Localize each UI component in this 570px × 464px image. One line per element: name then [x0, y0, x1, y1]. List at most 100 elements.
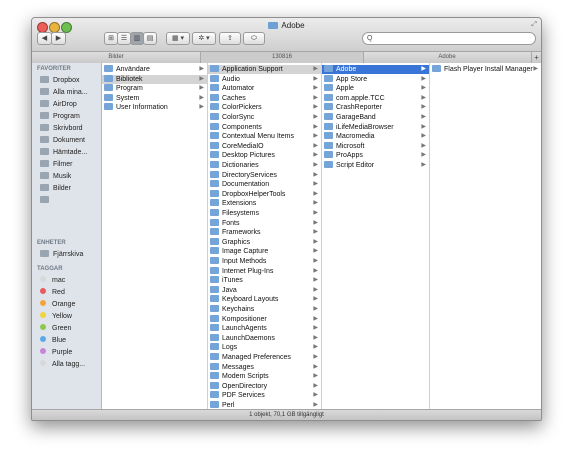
- list-view-button[interactable]: ☰: [117, 32, 131, 45]
- list-item[interactable]: Apple ▶: [322, 84, 429, 93]
- share-button[interactable]: ⇪: [219, 32, 241, 45]
- list-item[interactable]: Desktop Pictures ▶: [208, 151, 321, 160]
- list-item[interactable]: Kompositioner ▶: [208, 314, 321, 324]
- sidebar-item-dropbox[interactable]: Dropbox: [40, 76, 79, 86]
- icon-view-button[interactable]: ⊞: [104, 32, 118, 45]
- list-item[interactable]: Macromedia ▶: [322, 132, 429, 141]
- list-item[interactable]: Filesystems ▶: [208, 209, 321, 218]
- list-item[interactable]: GarageBand ▶: [322, 113, 429, 122]
- search-input[interactable]: Q: [362, 32, 536, 45]
- folder-icon: [324, 132, 333, 140]
- list-item[interactable]: ColorSync ▶: [208, 113, 321, 122]
- list-item[interactable]: Audio ▶: [208, 74, 321, 84]
- action-gear-button[interactable]: ✲ ▾: [192, 32, 216, 45]
- list-item[interactable]: Documentation ▶: [208, 180, 321, 189]
- tag-button[interactable]: ⬭: [243, 32, 265, 45]
- tag-dot-icon: [40, 348, 46, 354]
- list-item[interactable]: Bibliotek ▶: [102, 74, 207, 84]
- list-item[interactable]: System ▶: [102, 93, 207, 103]
- sidebar-item-documents[interactable]: Dokument: [40, 136, 85, 146]
- list-item[interactable]: App Store ▶: [322, 74, 429, 84]
- list-item[interactable]: Automator ▶: [208, 84, 321, 93]
- list-item[interactable]: Java ▶: [208, 285, 321, 295]
- sidebar-tag-mac[interactable]: mac: [40, 276, 65, 286]
- column-4: Flash Player Install Manager ▶: [430, 63, 541, 409]
- new-tab-button[interactable]: +: [531, 52, 541, 63]
- fullscreen-icon[interactable]: ⤢: [531, 21, 537, 29]
- list-item[interactable]: Logs ▶: [208, 343, 321, 352]
- sidebar-tag-allatagg[interactable]: Alla tagg...: [40, 360, 85, 370]
- sidebar-item-all-files[interactable]: Alla mina...: [40, 88, 88, 98]
- sidebar-item-downloads[interactable]: Hämtade...: [40, 148, 87, 158]
- list-item[interactable]: Program ▶: [102, 84, 207, 93]
- list-item[interactable]: ColorPickers ▶: [208, 103, 321, 112]
- list-item[interactable]: PDF Services ▶: [208, 391, 321, 400]
- list-item[interactable]: OpenDirectory ▶: [208, 381, 321, 391]
- list-item[interactable]: com.apple.TCC ▶: [322, 93, 429, 103]
- list-item[interactable]: User Information ▶: [102, 103, 207, 112]
- sidebar-tag-yellow[interactable]: Yellow: [40, 312, 72, 322]
- list-item-label: Internet Plug-Ins: [222, 267, 274, 275]
- list-item[interactable]: Internet Plug-Ins ▶: [208, 266, 321, 276]
- list-item[interactable]: Contextual Menu Items ▶: [208, 132, 321, 141]
- list-item[interactable]: Input Methods ▶: [208, 257, 321, 266]
- tab-130816[interactable]: 130816: [201, 52, 364, 63]
- sidebar-item-desktop[interactable]: Skrivbord: [40, 124, 83, 134]
- list-item[interactable]: Image Capture ▶: [208, 247, 321, 256]
- chevron-right-icon: ▶: [313, 142, 318, 149]
- sidebar-tag-red[interactable]: Red: [40, 288, 65, 298]
- list-item[interactable]: DirectoryServices ▶: [208, 170, 321, 180]
- list-item[interactable]: Graphics ▶: [208, 237, 321, 247]
- sidebar-item-airdrop[interactable]: AirDrop: [40, 100, 77, 110]
- sidebar-item-applications[interactable]: Program: [40, 112, 80, 122]
- tab-bilder[interactable]: Bilder: [32, 52, 201, 63]
- folder-icon: [210, 343, 219, 351]
- list-item[interactable]: Microsoft ▶: [322, 141, 429, 151]
- sidebar-item-music[interactable]: Musik: [40, 172, 71, 182]
- list-item[interactable]: Extensions ▶: [208, 199, 321, 208]
- user-home-icon: [40, 196, 49, 203]
- sidebar-item-movies[interactable]: Filmer: [40, 160, 72, 170]
- column-view-button[interactable]: ▥: [130, 32, 144, 45]
- list-item[interactable]: Components ▶: [208, 122, 321, 132]
- sidebar-item-user-home[interactable]: [40, 196, 53, 206]
- list-item[interactable]: ProApps ▶: [322, 151, 429, 160]
- list-item[interactable]: Adobe ▶: [322, 65, 429, 74]
- list-item[interactable]: CoreMediaIO ▶: [208, 141, 321, 151]
- list-item[interactable]: Messages ▶: [208, 362, 321, 372]
- list-item[interactable]: Caches ▶: [208, 93, 321, 103]
- folder-icon: [210, 295, 219, 303]
- sidebar-tag-purple[interactable]: Purple: [40, 348, 72, 358]
- list-item[interactable]: LaunchDaemons ▶: [208, 333, 321, 343]
- sidebar-item-remote-disc[interactable]: Fjärrskiva: [40, 250, 83, 260]
- list-item[interactable]: Script Editor ▶: [322, 161, 429, 170]
- sidebar-item-pictures[interactable]: Bilder: [40, 184, 71, 194]
- list-item-label: Components: [222, 123, 262, 131]
- sidebar-tag-blue[interactable]: Blue: [40, 336, 66, 346]
- forward-button[interactable]: ▶: [51, 32, 66, 45]
- list-item[interactable]: Dictionaries ▶: [208, 161, 321, 170]
- list-item[interactable]: Flash Player Install Manager ▶: [430, 65, 541, 74]
- back-button[interactable]: ◀: [37, 32, 52, 45]
- list-item[interactable]: Användare ▶: [102, 65, 207, 74]
- chevron-right-icon: ▶: [421, 85, 426, 92]
- list-item[interactable]: Keyboard Layouts ▶: [208, 295, 321, 304]
- list-item[interactable]: CrashReporter ▶: [322, 103, 429, 112]
- list-item[interactable]: iTunes ▶: [208, 276, 321, 285]
- tab-adobe[interactable]: Adobe: [364, 52, 530, 63]
- list-item[interactable]: Fonts ▶: [208, 218, 321, 228]
- list-item[interactable]: Keychains ▶: [208, 305, 321, 314]
- sidebar-tag-green[interactable]: Green: [40, 324, 71, 334]
- sidebar-tag-orange[interactable]: Orange: [40, 300, 75, 310]
- coverflow-view-button[interactable]: ▤: [143, 32, 157, 45]
- list-item[interactable]: Perl ▶: [208, 401, 321, 409]
- list-item-label: Image Capture: [222, 248, 269, 256]
- list-item[interactable]: Application Support ▶: [208, 65, 321, 74]
- arrange-button[interactable]: ▦ ▾: [166, 32, 190, 45]
- list-item[interactable]: Modem Scripts ▶: [208, 372, 321, 381]
- list-item[interactable]: DropboxHelperTools ▶: [208, 189, 321, 199]
- list-item[interactable]: Frameworks ▶: [208, 228, 321, 237]
- list-item[interactable]: iLifeMediaBrowser ▶: [322, 122, 429, 132]
- list-item[interactable]: LaunchAgents ▶: [208, 324, 321, 333]
- list-item[interactable]: Managed Preferences ▶: [208, 353, 321, 362]
